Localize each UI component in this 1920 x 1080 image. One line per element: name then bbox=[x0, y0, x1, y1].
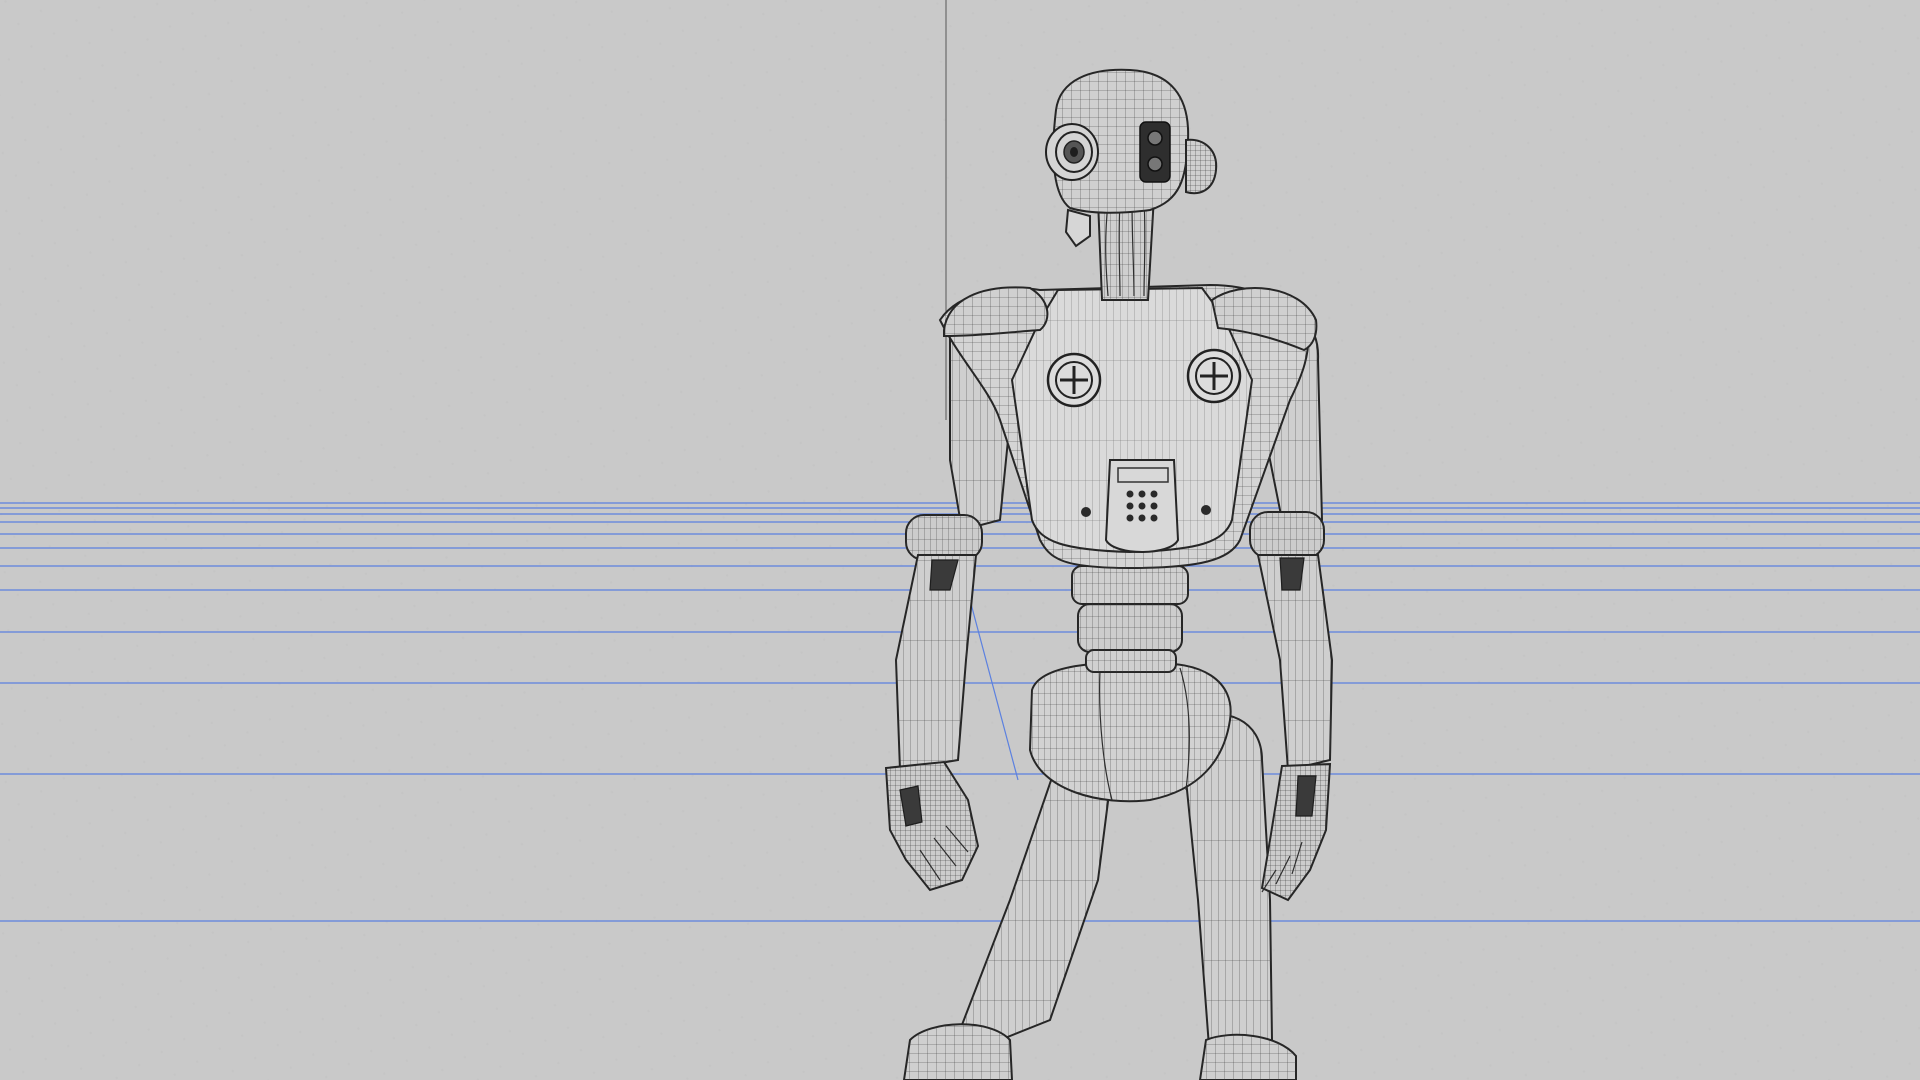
keypad-panel-icon bbox=[1104, 459, 1180, 553]
viewport-3d[interactable] bbox=[0, 0, 1920, 1080]
right-plus-button-icon bbox=[1186, 348, 1242, 404]
screw-icon bbox=[1081, 507, 1091, 517]
left-plus-button-icon bbox=[1046, 352, 1102, 408]
robot-waist bbox=[1071, 565, 1189, 673]
robot-eye-sensor-icon bbox=[1139, 121, 1171, 183]
screw-icon bbox=[1201, 505, 1211, 515]
robot-ear-lens-icon bbox=[1045, 123, 1099, 181]
